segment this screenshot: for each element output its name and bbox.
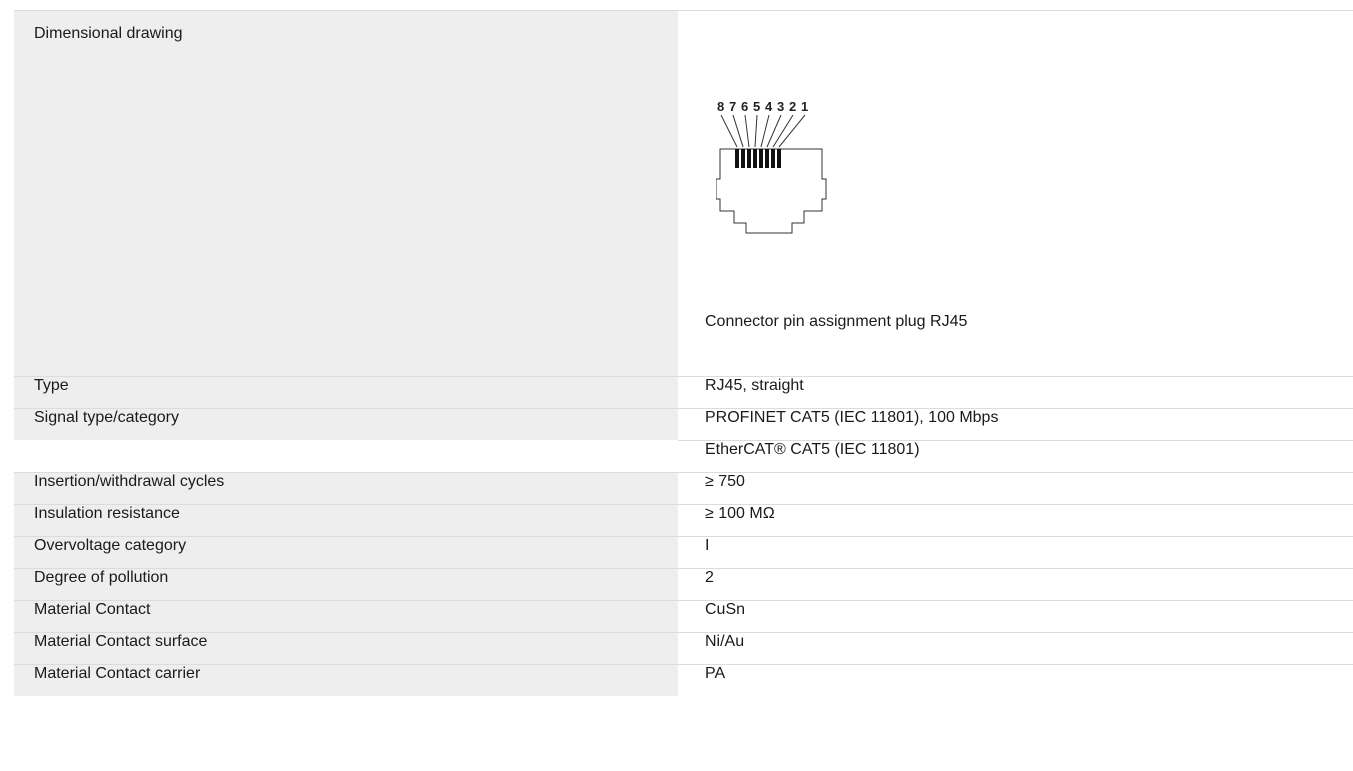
spec-table: Dimensional drawing 8 7 6 5 4 3 2 1 Conn… <box>14 10 1353 696</box>
spec-value: EtherCAT® CAT5 (IEC 11801) <box>678 440 1353 472</box>
pin-number-6: 6 <box>741 99 748 114</box>
pin-number-3: 3 <box>777 99 784 114</box>
rj45-contacts <box>735 149 781 168</box>
spec-row-insertion-cycles: Insertion/withdrawal cycles ≥ 750 <box>14 472 1353 504</box>
spec-value-cell: 2 <box>678 569 1353 600</box>
spec-value-cell: PA <box>678 665 1353 696</box>
spec-label: Material Contact <box>14 601 678 632</box>
spec-value-cell: ≥ 100 MΩ <box>678 505 1353 536</box>
spec-value: RJ45, straight <box>705 377 804 394</box>
pin-number-1: 1 <box>801 99 808 114</box>
dimensional-drawing-cell: 8 7 6 5 4 3 2 1 Connector pin assignment… <box>678 11 1353 376</box>
spec-label: Type <box>14 377 678 408</box>
pin-number-8: 8 <box>717 99 724 114</box>
pin-number-2: 2 <box>789 99 796 114</box>
pin-leader-lines <box>720 114 806 148</box>
spec-row-insulation-resistance: Insulation resistance ≥ 100 MΩ <box>14 504 1353 536</box>
spec-row-type: Type RJ45, straight <box>14 376 1353 408</box>
spec-label: Material Contact surface <box>14 633 678 664</box>
pin-number-5: 5 <box>753 99 760 114</box>
spec-label: Signal type/category <box>14 409 678 440</box>
spec-row-signal-type: Signal type/category PROFINET CAT5 (IEC … <box>14 408 1353 472</box>
drawing-caption: Connector pin assignment plug RJ45 <box>705 313 968 330</box>
spec-value-cell: I <box>678 537 1353 568</box>
spec-value: PA <box>705 665 726 682</box>
spec-label: Insulation resistance <box>14 505 678 536</box>
spec-row-material-contact-surface: Material Contact surface Ni/Au <box>14 632 1353 664</box>
spec-label: Insertion/withdrawal cycles <box>14 473 678 504</box>
pin-number-7: 7 <box>729 99 736 114</box>
spec-label: Degree of pollution <box>14 569 678 600</box>
rj45-pin-diagram: 8 7 6 5 4 3 2 1 <box>716 99 827 234</box>
pin-number-4: 4 <box>765 99 773 114</box>
spec-value: I <box>705 537 710 554</box>
spec-row-material-contact-carrier: Material Contact carrier PA <box>14 664 1353 696</box>
dimensional-drawing-label: Dimensional drawing <box>14 11 678 376</box>
spec-row-degree-of-pollution: Degree of pollution 2 <box>14 568 1353 600</box>
spec-value: 2 <box>705 569 714 586</box>
spec-value-cell: PROFINET CAT5 (IEC 11801), 100 Mbps Ethe… <box>678 409 1353 472</box>
spec-value: ≥ 100 MΩ <box>705 505 775 522</box>
spec-value-cell: RJ45, straight <box>678 377 1353 408</box>
spec-row-overvoltage-category: Overvoltage category I <box>14 536 1353 568</box>
spec-row-material-contact: Material Contact CuSn <box>14 600 1353 632</box>
spec-label: Overvoltage category <box>14 537 678 568</box>
spec-value-cell: CuSn <box>678 601 1353 632</box>
spec-value-cell: Ni/Au <box>678 633 1353 664</box>
spec-value: Ni/Au <box>705 633 745 650</box>
spec-value: PROFINET CAT5 (IEC 11801), 100 Mbps <box>705 409 999 426</box>
spec-label: Material Contact carrier <box>14 665 678 696</box>
spec-value-cell: ≥ 750 <box>678 473 1353 504</box>
dimensional-drawing-row: Dimensional drawing 8 7 6 5 4 3 2 1 Conn… <box>14 10 1353 376</box>
spec-value: CuSn <box>705 601 746 618</box>
spec-value: ≥ 750 <box>705 473 745 490</box>
